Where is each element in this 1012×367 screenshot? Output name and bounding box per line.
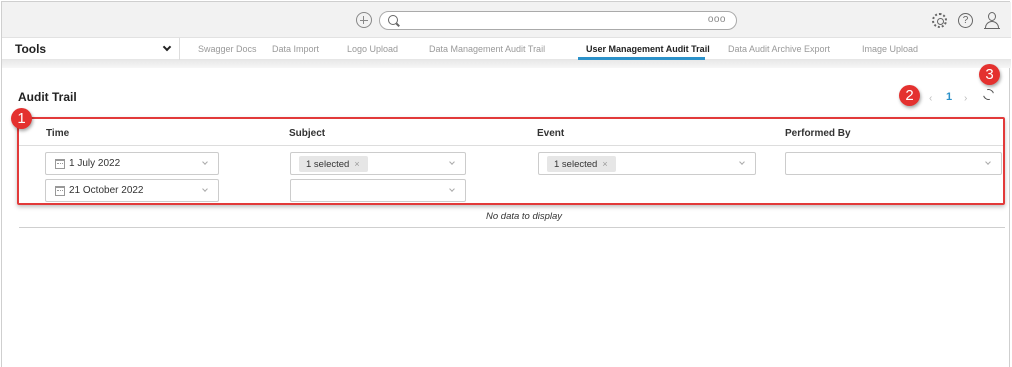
tab-user-management-audit-trail[interactable]: User Management Audit Trail (586, 44, 710, 54)
chevron-down-icon (162, 42, 172, 52)
app-window: ooo ? Tools Swagger Docs Data Import Log… (1, 1, 1011, 367)
refresh-icon[interactable] (980, 86, 997, 103)
callout-badge-1: 1 (11, 108, 32, 129)
help-icon[interactable]: ? (958, 13, 973, 28)
tab-data-audit-archive-export[interactable]: Data Audit Archive Export (728, 44, 830, 54)
tab-swagger-docs[interactable]: Swagger Docs (198, 44, 257, 54)
empty-state-text: No data to display (486, 211, 563, 222)
pager-prev-button[interactable]: ‹ (929, 93, 932, 104)
user-icon-base (984, 28, 1000, 30)
user-icon-head (988, 12, 996, 21)
tools-dropdown[interactable]: Tools (2, 38, 180, 60)
tab-logo-upload[interactable]: Logo Upload (347, 44, 398, 54)
tools-label: Tools (15, 42, 47, 56)
filter-highlight-box (17, 117, 1005, 205)
gear-icon[interactable] (932, 13, 947, 28)
tab-data-management-audit-trail[interactable]: Data Management Audit Trail (429, 44, 545, 54)
search-input[interactable]: ooo (379, 11, 737, 30)
callout-badge-3: 3 (979, 64, 1000, 85)
tools-bar: Tools Swagger Docs Data Import Logo Uplo… (2, 38, 1011, 60)
more-options-icon[interactable]: ooo (708, 14, 726, 25)
divider (2, 60, 1011, 68)
top-bar: ooo ? (2, 2, 1011, 38)
pager-next-button[interactable]: › (964, 93, 967, 104)
callout-badge-2: 2 (899, 85, 920, 106)
add-icon[interactable] (356, 12, 372, 28)
search-icon (388, 15, 398, 25)
user-icon[interactable] (984, 12, 1000, 30)
page-title: Audit Trail (18, 90, 77, 104)
tab-data-import[interactable]: Data Import (272, 44, 319, 54)
pager-current-page[interactable]: 1 (946, 91, 952, 103)
table-bottom-divider (19, 227, 1005, 228)
tab-image-upload[interactable]: Image Upload (862, 44, 918, 54)
